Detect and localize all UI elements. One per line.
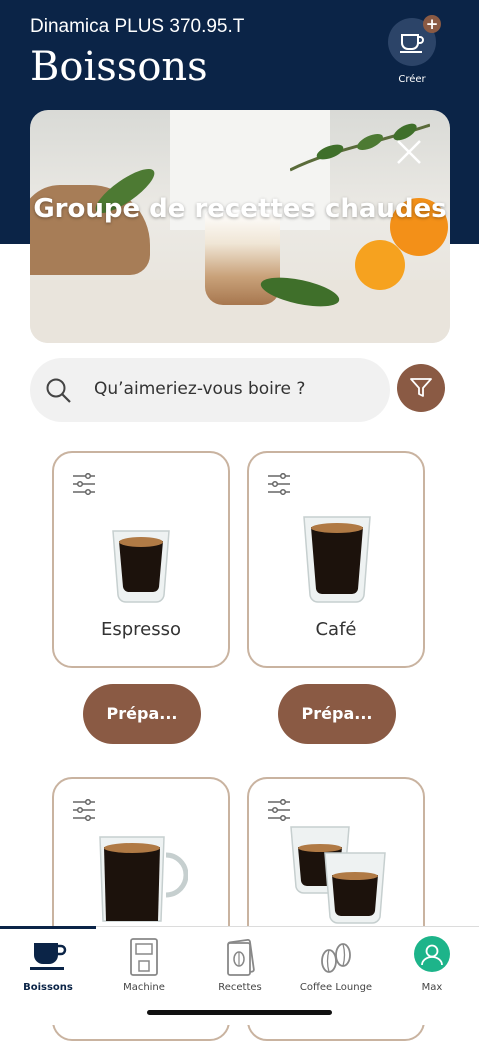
tab-label: Coffee Lounge	[299, 982, 373, 993]
prepare-button[interactable]: Prépa...	[83, 684, 201, 744]
search-icon	[46, 378, 71, 403]
page-title: Boissons	[30, 44, 208, 90]
espresso-glass-icon	[112, 530, 170, 603]
filter-button[interactable]	[397, 364, 445, 412]
tab-coffee-lounge[interactable]: Coffee Lounge	[288, 927, 384, 997]
drink-card-espresso[interactable]: Espresso	[52, 451, 230, 668]
close-icon[interactable]	[395, 138, 423, 166]
avatar	[414, 936, 450, 972]
drink-name: Café	[315, 619, 357, 640]
mug-glass-icon	[99, 836, 188, 922]
drink-name: Espresso	[100, 619, 182, 640]
tab-label: Max	[421, 982, 443, 993]
banner-title: Groupe de recettes chaudes	[33, 194, 447, 224]
plus-icon: +	[423, 15, 441, 33]
tab-label: Machine	[123, 982, 165, 993]
filter-icon	[410, 378, 432, 397]
active-tab-indicator	[0, 926, 96, 929]
search-bar[interactable]	[30, 358, 390, 422]
search-input[interactable]	[92, 378, 376, 400]
recipe-group-banner[interactable]: Groupe de recettes chaudes	[30, 110, 450, 343]
device-name[interactable]: Dinamica PLUS 370.95.T	[30, 16, 244, 38]
tab-recettes[interactable]: Recettes	[192, 927, 288, 997]
home-indicator[interactable]	[147, 1010, 332, 1015]
tab-label: Boissons	[23, 982, 73, 993]
tab-max[interactable]: Max	[384, 927, 479, 997]
tab-boissons[interactable]: Boissons	[0, 927, 96, 997]
cafe-glass-icon	[303, 516, 371, 603]
settings-sliders-icon[interactable]	[267, 473, 291, 495]
avatar-icon	[421, 944, 443, 966]
settings-sliders-icon[interactable]	[267, 799, 291, 821]
drink-card-cafe[interactable]: Café	[247, 451, 425, 668]
tab-label: Recettes	[218, 982, 262, 993]
cup-icon	[400, 34, 424, 53]
settings-sliders-icon[interactable]	[72, 473, 96, 495]
tab-machine[interactable]: Machine	[96, 927, 192, 997]
prepare-button[interactable]: Prépa...	[278, 684, 396, 744]
recipes-icon	[227, 938, 255, 976]
coffee-beans-icon	[321, 943, 351, 973]
double-espresso-glasses-icon	[290, 826, 386, 924]
machine-icon	[130, 938, 158, 976]
cup-icon	[30, 943, 67, 970]
create-label: Créer	[398, 74, 426, 85]
settings-sliders-icon[interactable]	[72, 799, 96, 821]
